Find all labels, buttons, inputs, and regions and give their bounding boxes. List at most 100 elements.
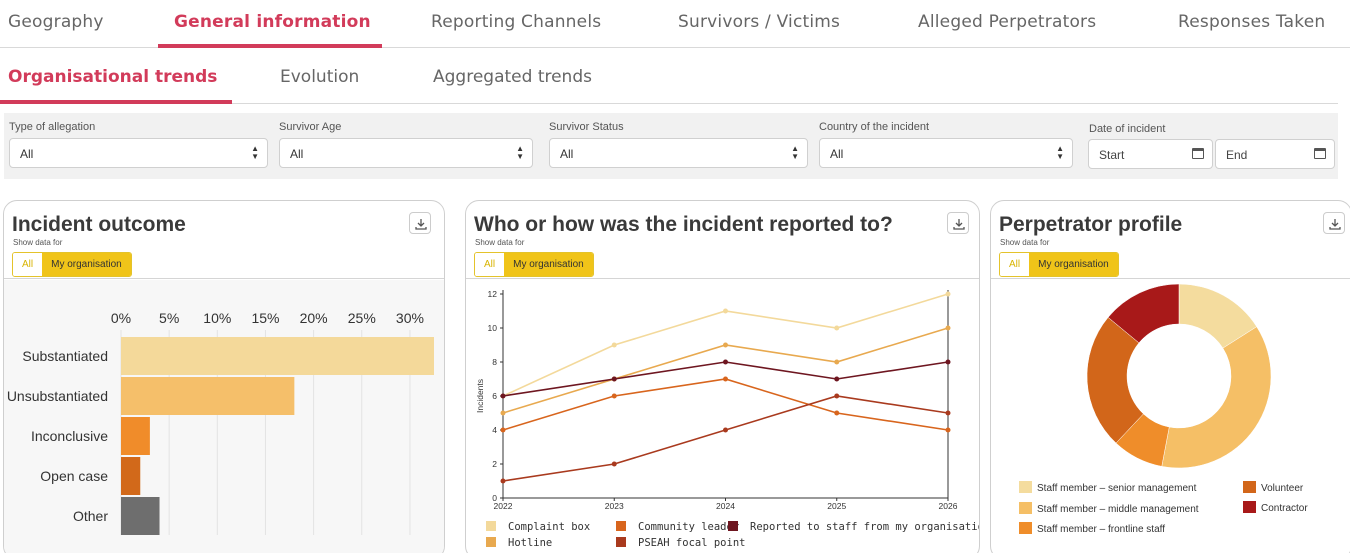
toggle-all[interactable]: All (475, 253, 505, 276)
card-title: Perpetrator profile (999, 213, 1183, 236)
y-tick-label: 4 (492, 425, 497, 435)
legend-swatch (1243, 481, 1256, 493)
x-tick-label: 20% (300, 310, 328, 326)
select-value: All (830, 147, 844, 161)
category-label: Unsubstantiated (7, 388, 108, 404)
x-tick-label: 0% (111, 310, 131, 326)
legend-swatch (616, 537, 626, 547)
data-point (723, 427, 728, 433)
data-point (945, 410, 951, 416)
x-tick-label: 30% (396, 310, 424, 326)
updown-arrows-icon: ▲ ▼ (516, 144, 524, 161)
data-point (945, 427, 951, 433)
show-data-for-label: Show data for (13, 238, 63, 247)
data-point (611, 376, 617, 382)
tab-reporting-channels[interactable]: Reporting Channels (431, 12, 601, 32)
country-select[interactable]: All ▲ ▼ (819, 138, 1073, 168)
data-point (500, 427, 506, 433)
sub-tab-bar: Organisational trends Evolution Aggregat… (0, 48, 1338, 104)
card-title: Incident outcome (12, 213, 186, 236)
tab-survivors-victims[interactable]: Survivors / Victims (678, 12, 840, 32)
calendar-icon (1314, 148, 1326, 159)
download-button[interactable] (409, 212, 431, 234)
tab-responses-taken[interactable]: Responses Taken (1178, 12, 1325, 32)
category-label: Open case (40, 468, 108, 484)
toggle-my-organisation[interactable]: My organisation (42, 253, 131, 276)
select-value: All (560, 147, 574, 161)
data-scope-toggle: All My organisation (474, 252, 594, 277)
bar (121, 377, 295, 415)
x-tick-label: 2026 (939, 501, 958, 511)
y-tick-label: 12 (488, 289, 498, 299)
perpetrator-profile-chart: Staff member – senior management Staff me… (1019, 283, 1308, 535)
tab-general-information[interactable]: General information (174, 12, 371, 32)
show-data-for-label: Show data for (1000, 238, 1050, 247)
data-point (611, 342, 617, 348)
card-header: Perpetrator profile Show data for All My… (991, 201, 1350, 279)
bar (121, 457, 141, 495)
survivor-age-select[interactable]: All ▲ ▼ (279, 138, 533, 168)
filter-bar: Type of allegation All ▲ ▼ Survivor Age A… (4, 113, 1338, 179)
download-icon (415, 219, 427, 230)
legend-label: Community leader (638, 521, 739, 533)
data-point (834, 410, 840, 416)
x-tick-label: 2023 (605, 501, 624, 511)
subtab-organisational-trends[interactable]: Organisational trends (8, 67, 217, 87)
reported-to-chart: 0246810122022 2023 2024 2025 2026IncidentsCo… (475, 289, 980, 549)
filter-label: Survivor Age (279, 121, 342, 133)
toggle-all[interactable]: All (13, 253, 43, 276)
tab-geography[interactable]: Geography (8, 12, 104, 32)
download-icon (953, 219, 965, 230)
legend-swatch (1019, 502, 1032, 514)
filter-label: Country of the incident (819, 121, 930, 133)
x-tick-label: 25% (348, 310, 376, 326)
data-point (834, 325, 840, 331)
updown-arrows-icon: ▲ ▼ (251, 144, 259, 161)
select-value: All (290, 147, 304, 161)
main-tab-bar: Geography General information Reporting … (0, 0, 1350, 48)
subtab-evolution[interactable]: Evolution (280, 67, 359, 87)
legend-swatch (486, 537, 496, 547)
legend-swatch (1019, 481, 1032, 493)
toggle-my-organisation[interactable]: My organisation (1029, 253, 1118, 276)
download-button[interactable] (1323, 212, 1345, 234)
bar (121, 337, 434, 375)
data-point (500, 393, 506, 399)
toggle-all[interactable]: All (1000, 253, 1030, 276)
perpetrator-profile-card: Perpetrator profile Show data for All My… (990, 200, 1350, 553)
legend-label: Reported to staff from my organisation (750, 521, 980, 533)
subtab-aggregated-trends[interactable]: Aggregated trends (433, 67, 592, 87)
data-point (945, 291, 951, 297)
data-point (611, 393, 617, 399)
data-scope-toggle: All My organisation (12, 252, 132, 277)
toggle-my-organisation[interactable]: My organisation (504, 253, 593, 276)
data-point (723, 376, 728, 382)
updown-arrows-icon: ▲ ▼ (791, 144, 799, 161)
legend-swatch (486, 521, 496, 531)
data-point (834, 359, 840, 365)
x-tick-label: 15% (251, 310, 279, 326)
legend-label: Staff member – frontline staff (1037, 524, 1165, 535)
data-point (723, 308, 728, 314)
download-button[interactable] (947, 212, 969, 234)
data-point (723, 359, 728, 365)
legend-label: Contractor (1261, 503, 1308, 514)
category-label: Inconclusive (31, 428, 108, 444)
data-point (500, 410, 506, 416)
start-date-input[interactable]: Start (1088, 139, 1213, 169)
survivor-status-select[interactable]: All ▲ ▼ (549, 138, 808, 168)
card-header: Incident outcome Show data for All My or… (4, 201, 444, 279)
filter-label: Survivor Status (549, 121, 624, 133)
tab-alleged-perpetrators[interactable]: Alleged Perpetrators (918, 12, 1096, 32)
y-tick-label: 6 (492, 391, 497, 401)
end-date-input[interactable]: End (1215, 139, 1335, 169)
data-point (611, 461, 617, 467)
data-point (945, 359, 951, 365)
legend-label: Complaint box (508, 521, 590, 533)
series-line (502, 378, 949, 431)
x-tick-label: 10% (203, 310, 231, 326)
type-of-allegation-select[interactable]: All ▲ ▼ (9, 138, 268, 168)
legend-swatch (1019, 522, 1032, 534)
y-tick-label: 8 (492, 357, 497, 367)
card-title: Who or how was the incident reported to? (474, 213, 893, 236)
